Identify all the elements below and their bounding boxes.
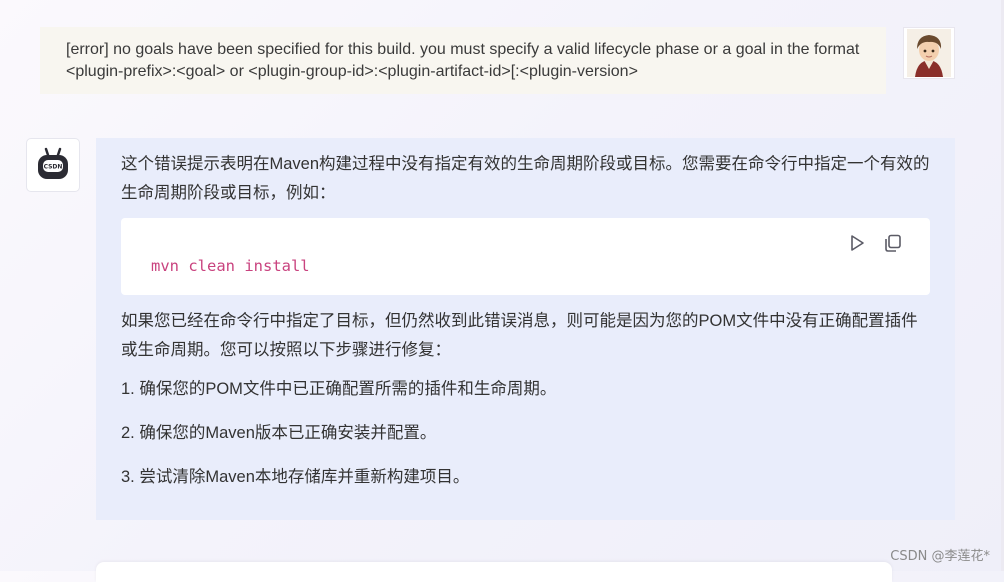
answer-intro: 这个错误提示表明在Maven构建过程中没有指定有效的生命周期阶段或目标。您需要在…	[121, 155, 930, 202]
user-message-text: [error] no goals have been specified for…	[66, 41, 860, 80]
copy-code-button[interactable]	[882, 232, 904, 254]
robot-icon: CSDN	[38, 147, 68, 179]
code-block-toolbar	[846, 232, 904, 254]
user-message: [error] no goals have been specified for…	[40, 27, 886, 94]
play-icon	[851, 235, 864, 251]
step-item: 2. 确保您的Maven版本已正确安装并配置。	[121, 424, 437, 442]
step-item: 1. 确保您的POM文件中已正确配置所需的插件和生命周期。	[121, 380, 557, 398]
watermark-credit: CSDN @李莲花*	[890, 549, 990, 564]
assistant-message: 这个错误提示表明在Maven构建过程中没有指定有效的生命周期阶段或目标。您需要在…	[96, 138, 955, 520]
code-block: mvn clean install	[121, 218, 930, 295]
answer-followup: 如果您已经在命令行中指定了目标，但仍然收到此错误消息，则可能是因为您的POM文件…	[121, 312, 918, 359]
code-text: mvn clean install	[151, 257, 310, 275]
message-input-box[interactable]	[96, 562, 892, 582]
user-avatar-icon	[907, 29, 951, 77]
assistant-avatar: CSDN	[26, 138, 80, 192]
step-item: 3. 尝试清除Maven本地存储库并重新构建项目。	[121, 468, 470, 486]
copy-icon	[885, 234, 901, 252]
robot-badge-text: CSDN	[44, 164, 63, 171]
run-code-button[interactable]	[846, 232, 868, 254]
user-avatar[interactable]	[903, 27, 955, 79]
